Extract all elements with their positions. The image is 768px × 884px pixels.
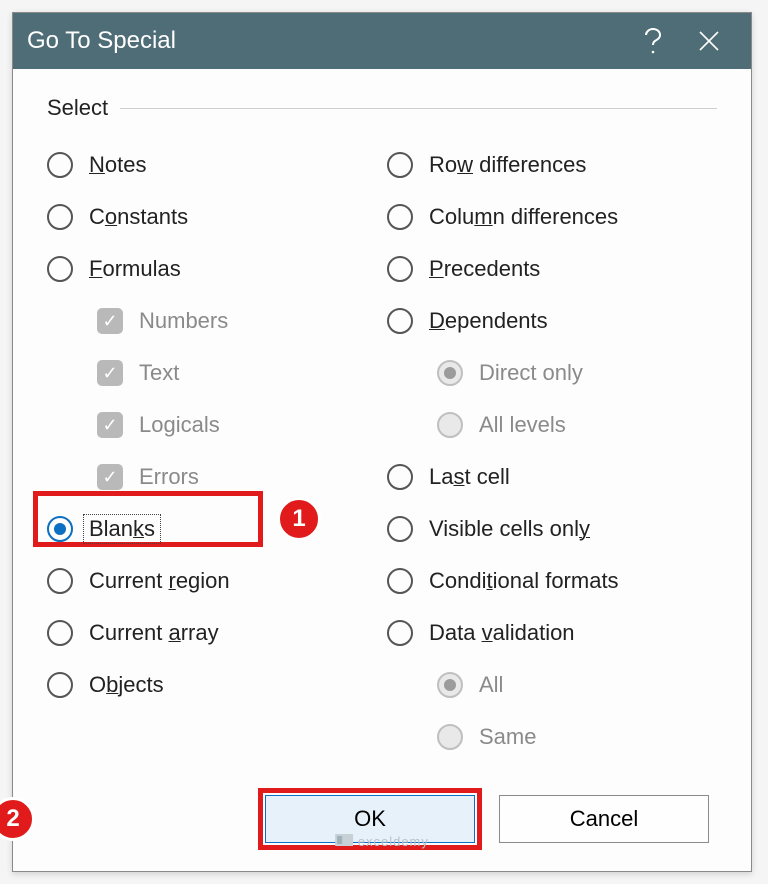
button-row: OK Cancel 2 (47, 795, 717, 843)
check-errors: Errors (47, 453, 377, 501)
radio-icon (387, 256, 413, 282)
check-label: Logicals (139, 412, 220, 438)
checkbox-icon (97, 360, 123, 386)
titlebar: Go To Special (13, 13, 751, 69)
radio-icon (47, 516, 73, 542)
radio-formulas[interactable]: Formulas (47, 245, 377, 293)
right-column: Row differences Column differences Prece… (387, 141, 717, 761)
radio-direct-only: Direct only (387, 349, 717, 397)
radio-current-array[interactable]: Current array (47, 609, 377, 657)
radio-icon (387, 568, 413, 594)
radio-icon (437, 672, 463, 698)
radio-precedents[interactable]: Precedents (387, 245, 717, 293)
opt-label: All (479, 672, 503, 698)
radio-same: Same (387, 713, 717, 761)
radio-icon (387, 620, 413, 646)
radio-constants[interactable]: Constants (47, 193, 377, 241)
go-to-special-dialog: Go To Special Select Notes Constants (12, 12, 752, 872)
radio-icon (437, 724, 463, 750)
radio-icon (437, 412, 463, 438)
opt-label: Same (479, 724, 536, 750)
opt-label: All levels (479, 412, 566, 438)
radio-icon (47, 672, 73, 698)
check-text: Text (47, 349, 377, 397)
radio-icon (47, 568, 73, 594)
opt-label: Direct only (479, 360, 583, 386)
cancel-button[interactable]: Cancel (499, 795, 709, 843)
radio-icon (387, 204, 413, 230)
divider (120, 108, 717, 109)
radio-last-cell[interactable]: Last cell (387, 453, 717, 501)
radio-col-diff[interactable]: Column differences (387, 193, 717, 241)
radio-data-validation[interactable]: Data validation (387, 609, 717, 657)
options-columns: Notes Constants Formulas Numbers Text (47, 141, 717, 761)
radio-dependents[interactable]: Dependents (387, 297, 717, 345)
radio-icon (47, 204, 73, 230)
checkbox-icon (97, 308, 123, 334)
radio-all: All (387, 661, 717, 709)
radio-icon (47, 152, 73, 178)
radio-icon (387, 308, 413, 334)
dialog-body: Select Notes Constants Formulas (13, 69, 751, 871)
radio-icon (387, 152, 413, 178)
annotation-badge-2: 2 (0, 797, 35, 841)
radio-icon (437, 360, 463, 386)
dialog-title: Go To Special (27, 27, 625, 55)
radio-current-region[interactable]: Current region (47, 557, 377, 605)
help-icon (644, 27, 662, 55)
checkbox-icon (97, 412, 123, 438)
check-label: Numbers (139, 308, 228, 334)
checkbox-icon (97, 464, 123, 490)
radio-visible-cells[interactable]: Visible cells only (387, 505, 717, 553)
help-button[interactable] (625, 13, 681, 69)
radio-row-diff[interactable]: Row differences (387, 141, 717, 189)
fieldset-label: Select (47, 95, 717, 121)
fieldset-label-text: Select (47, 95, 108, 121)
radio-objects[interactable]: Objects (47, 661, 377, 709)
radio-notes[interactable]: Notes (47, 141, 377, 189)
radio-icon (387, 516, 413, 542)
close-icon (698, 30, 720, 52)
radio-icon (47, 620, 73, 646)
radio-all-levels: All levels (387, 401, 717, 449)
check-label: Errors (139, 464, 199, 490)
check-logicals: Logicals (47, 401, 377, 449)
radio-icon (387, 464, 413, 490)
close-button[interactable] (681, 13, 737, 69)
left-column: Notes Constants Formulas Numbers Text (47, 141, 377, 761)
radio-blanks[interactable]: Blanks (47, 505, 377, 553)
check-numbers: Numbers (47, 297, 377, 345)
ok-button[interactable]: OK (265, 795, 475, 843)
radio-conditional-formats[interactable]: Conditional formats (387, 557, 717, 605)
check-label: Text (139, 360, 179, 386)
radio-icon (47, 256, 73, 282)
